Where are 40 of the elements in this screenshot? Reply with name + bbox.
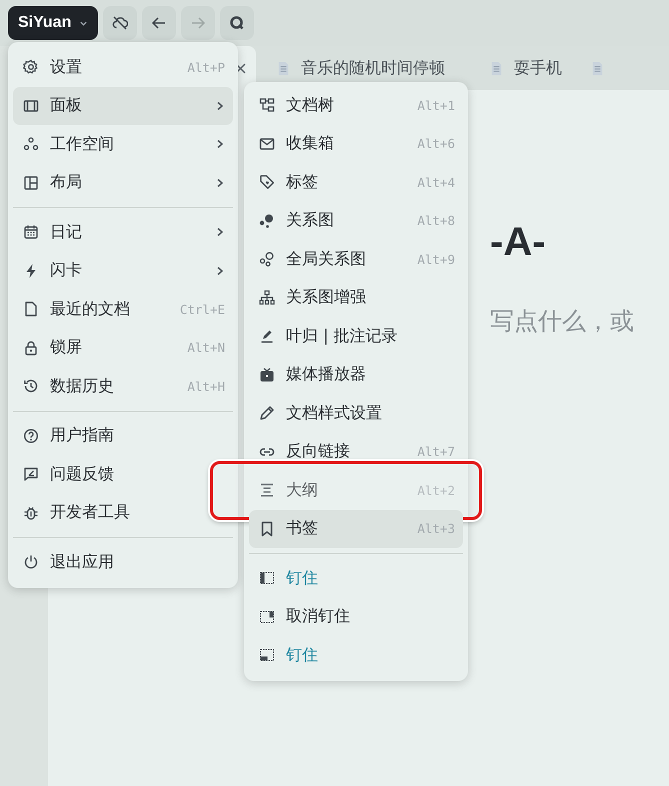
menu-item[interactable]: 标签 Alt+4 — [249, 163, 463, 202]
shortcut-hint: Alt+1 — [417, 98, 455, 113]
menu-item[interactable]: 最近的文档 Ctrl+E — [13, 290, 233, 328]
shortcut-hint: Alt+N — [187, 340, 225, 356]
document-title: -A- — [490, 220, 547, 265]
menu-item[interactable]: 用户指南 — [13, 416, 233, 455]
tab-title: 耍手机 — [514, 58, 562, 78]
menu-item[interactable]: 关系图增强 — [249, 278, 463, 317]
menu-item[interactable]: 设置 Alt+P — [13, 48, 233, 86]
shortcut-hint: Alt+7 — [417, 444, 455, 460]
menu-item[interactable]: 工作空间 — [13, 125, 233, 164]
menu-item[interactable]: 关系图 Alt+8 — [249, 202, 463, 240]
shortcut-hint: Alt+4 — [417, 174, 455, 190]
shortcut-hint: Ctrl+E — [180, 302, 225, 317]
menu-item[interactable]: 钉住 — [249, 559, 463, 598]
menu-item[interactable]: 开发者工具 — [13, 494, 233, 532]
shortcut-hint: Alt+6 — [417, 136, 455, 152]
menu-item[interactable]: 锁屏 Alt+N — [13, 328, 233, 367]
shortcut-hint: Alt+P — [187, 60, 225, 75]
tab-title: 音乐的随机时间停顿 — [301, 58, 445, 78]
menu-item[interactable]: 全局关系图 Alt+9 — [249, 240, 463, 278]
menu-item[interactable]: 日记 — [13, 213, 233, 252]
shortcut-hint: Alt+9 — [417, 252, 455, 267]
app-menu-button[interactable]: SiYuan — [8, 6, 98, 40]
menu-item[interactable]: 反向链接 Alt+7 — [249, 432, 463, 471]
menu-item[interactable]: 文档样式设置 — [249, 394, 463, 432]
menu-item[interactable]: 问题反馈 — [13, 455, 233, 494]
menu-item[interactable]: 叶归 | 批注记录 — [249, 317, 463, 356]
menu-item[interactable]: 取消钉住 — [249, 598, 463, 636]
menu-item[interactable]: 钉住 — [249, 636, 463, 674]
menu-item[interactable]: 数据历史 Alt+H — [13, 367, 233, 406]
menu-item[interactable]: 媒体播放器 — [249, 356, 463, 394]
document-tab[interactable]: 耍手机 — [475, 46, 576, 90]
menu-item[interactable]: 闪卡 — [13, 252, 233, 290]
menu-item[interactable]: 布局 — [13, 164, 233, 202]
menu-item[interactable]: 退出应用 — [13, 543, 233, 582]
shortcut-hint: Alt+8 — [417, 213, 455, 228]
menu-item[interactable]: 面板 — [13, 86, 233, 125]
shortcut-hint: Alt+H — [187, 378, 225, 394]
menu-item[interactable]: 收集箱 Alt+6 — [249, 124, 463, 163]
